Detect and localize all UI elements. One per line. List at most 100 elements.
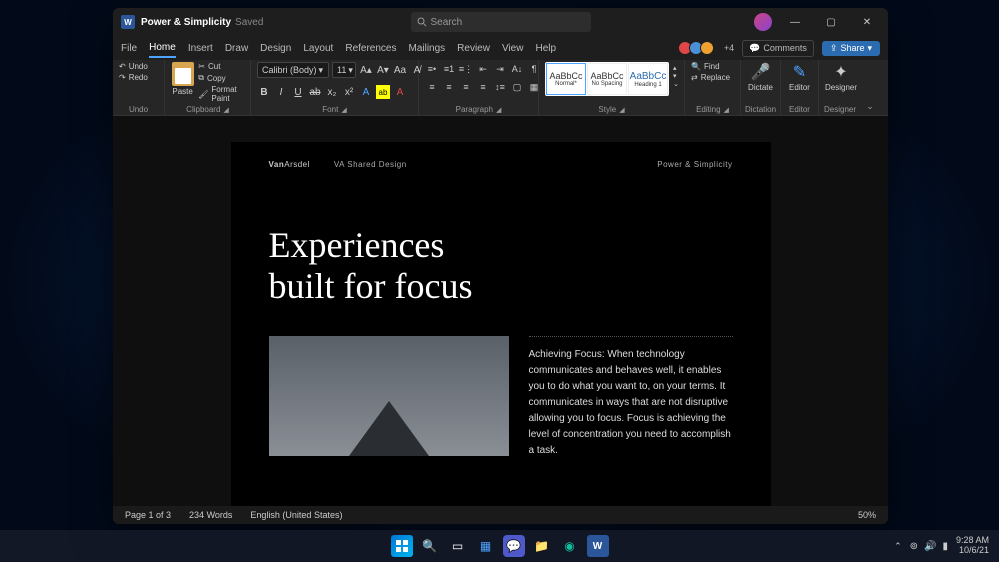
taskbar-explorer-icon[interactable]: 📁 (531, 535, 553, 557)
cut-button[interactable]: ✂Cut (198, 62, 244, 71)
strike-button[interactable]: ab (308, 85, 322, 99)
styles-launcher-icon[interactable]: ◢ (619, 106, 624, 114)
align-center-button[interactable]: ≡ (442, 80, 456, 94)
change-case-button[interactable]: Aa (393, 63, 407, 77)
search-box[interactable]: Search (411, 12, 591, 32)
line-spacing-button[interactable]: ↕≡ (493, 80, 507, 94)
superscript-button[interactable]: x² (342, 85, 356, 99)
chevron-down-icon: ▾ (867, 43, 872, 54)
bullets-button[interactable]: ≡• (425, 62, 439, 76)
style-normal[interactable]: AaBbCcNormal* (546, 63, 586, 95)
start-button[interactable] (391, 535, 413, 557)
tab-view[interactable]: View (502, 40, 524, 57)
status-page[interactable]: Page 1 of 3 (125, 510, 171, 520)
align-right-button[interactable]: ≡ (459, 80, 473, 94)
subscript-button[interactable]: x₂ (325, 85, 339, 99)
paragraph-launcher-icon[interactable]: ◢ (496, 106, 501, 114)
tab-review[interactable]: Review (457, 40, 490, 57)
document-heading[interactable]: Experiences built for focus (269, 225, 733, 308)
tab-design[interactable]: Design (260, 40, 291, 57)
underline-button[interactable]: U (291, 85, 305, 99)
taskbar-edge-icon[interactable]: ◉ (559, 535, 581, 557)
tab-insert[interactable]: Insert (188, 40, 213, 57)
presence-extra[interactable]: +4 (724, 43, 734, 53)
style-heading1[interactable]: AaBbCcHeading 1 (628, 63, 668, 95)
outdent-button[interactable]: ⇤ (476, 62, 490, 76)
highlight-button[interactable]: ab (376, 85, 390, 99)
page[interactable]: VanArsdel VA Shared Design Power & Simpl… (231, 142, 771, 506)
titlebar: W Power & Simplicity Saved Search — ▢ ✕ (113, 8, 888, 36)
shrink-font-button[interactable]: A▾ (376, 63, 390, 77)
find-button[interactable]: 🔍Find (691, 62, 730, 71)
font-name-select[interactable]: Calibri (Body)▾ (257, 62, 329, 78)
replace-button[interactable]: ⇄Replace (691, 73, 730, 82)
status-zoom[interactable]: 50% (858, 510, 876, 520)
taskbar-clock[interactable]: 9:28 AM 10/6/21 (956, 536, 989, 556)
tray-chevron-icon[interactable]: ⌃ (894, 541, 902, 552)
taskbar-chat-icon[interactable]: 💬 (503, 535, 525, 557)
redo-icon: ↷ (119, 73, 126, 82)
body-text[interactable]: Achieving Focus: When technology communi… (529, 336, 733, 459)
italic-button[interactable]: I (274, 85, 288, 99)
page-right-label: Power & Simplicity (657, 160, 732, 169)
style-no-spacing[interactable]: AaBbCcNo Spacing (587, 63, 627, 95)
close-button[interactable]: ✕ (854, 8, 880, 36)
designer-button[interactable]: ✦Designer (825, 62, 857, 92)
battery-icon[interactable]: ▮ (942, 541, 948, 552)
status-language[interactable]: English (United States) (250, 510, 342, 520)
format-painter-button[interactable]: 🖌Format Paint (198, 85, 244, 103)
bold-button[interactable]: B (257, 85, 271, 99)
share-button[interactable]: ⇪ Share ▾ (822, 41, 880, 56)
styles-gallery[interactable]: AaBbCcNormal* AaBbCcNo Spacing AaBbCcHea… (545, 62, 669, 96)
tab-references[interactable]: References (345, 40, 396, 57)
image-placeholder[interactable] (269, 336, 509, 456)
redo-button[interactable]: ↷Redo (119, 73, 148, 82)
undo-button[interactable]: ↶Undo (119, 62, 148, 71)
presence-avatars[interactable] (681, 41, 714, 55)
tab-mailings[interactable]: Mailings (408, 40, 445, 57)
user-avatar[interactable] (754, 13, 772, 31)
comments-button[interactable]: 💬 Comments (742, 40, 814, 57)
copy-button[interactable]: ⧉Copy (198, 73, 244, 83)
sort-button[interactable]: A↓ (510, 62, 524, 76)
editing-launcher-icon[interactable]: ◢ (724, 106, 729, 114)
dictate-button[interactable]: 🎤Dictate (747, 62, 774, 92)
tab-draw[interactable]: Draw (225, 40, 248, 57)
maximize-button[interactable]: ▢ (818, 8, 844, 36)
grow-font-button[interactable]: A▴ (359, 63, 373, 77)
multilevel-button[interactable]: ≡⋮ (459, 62, 473, 76)
tab-help[interactable]: Help (535, 40, 556, 57)
mic-icon: 🎤 (751, 62, 771, 82)
tab-layout[interactable]: Layout (303, 40, 333, 57)
taskbar-search-icon[interactable]: 🔍 (419, 535, 441, 557)
replace-label: Replace (701, 73, 730, 82)
cut-label: Cut (208, 62, 220, 71)
clipboard-launcher-icon[interactable]: ◢ (223, 106, 228, 114)
editor-button[interactable]: ✎Editor (787, 62, 812, 92)
font-launcher-icon[interactable]: ◢ (341, 106, 346, 114)
style-heading1-label: Heading 1 (634, 82, 661, 88)
volume-icon[interactable]: 🔊 (924, 541, 936, 552)
font-size-select[interactable]: 11▾ (332, 62, 356, 78)
wifi-icon[interactable]: ⊚ (910, 541, 918, 552)
indent-button[interactable]: ⇥ (493, 62, 507, 76)
collapse-ribbon-button[interactable]: ⌄ (861, 60, 879, 115)
styles-more-button[interactable]: ▴▾⌄ (673, 62, 679, 90)
group-label-editor: Editor (787, 104, 812, 115)
style-normal-label: Normal* (555, 81, 577, 87)
text-effects-button[interactable]: A (359, 85, 373, 99)
font-color-button[interactable]: A (393, 85, 407, 99)
tab-home[interactable]: Home (149, 39, 176, 58)
align-left-button[interactable]: ≡ (425, 80, 439, 94)
minimize-button[interactable]: — (782, 8, 808, 36)
status-words[interactable]: 234 Words (189, 510, 232, 520)
taskbar-word-icon[interactable]: W (587, 535, 609, 557)
taskbar-widgets-icon[interactable]: ▦ (475, 535, 497, 557)
taskbar-taskview-icon[interactable]: ▭ (447, 535, 469, 557)
justify-button[interactable]: ≡ (476, 80, 490, 94)
paste-button[interactable]: Paste (171, 62, 194, 96)
tab-file[interactable]: File (121, 40, 137, 57)
shading-button[interactable]: ▢ (510, 80, 524, 94)
document-area[interactable]: VanArsdel VA Shared Design Power & Simpl… (113, 116, 888, 506)
numbering-button[interactable]: ≡1 (442, 62, 456, 76)
